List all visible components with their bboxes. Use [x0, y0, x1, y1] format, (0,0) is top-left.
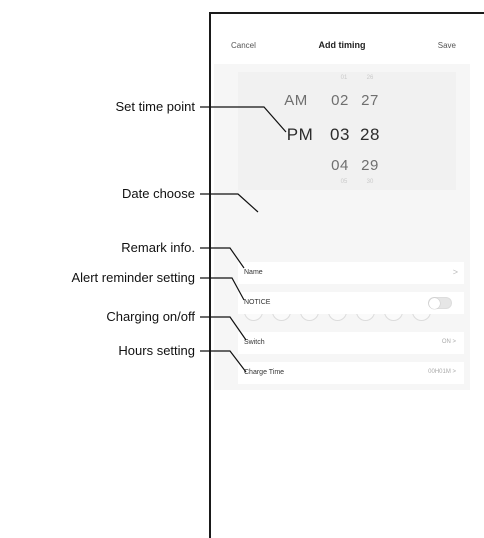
- annotation-date-choose: Date choose: [122, 186, 195, 201]
- name-label: Name: [244, 269, 263, 276]
- annotation-hours-setting: Hours setting: [118, 343, 195, 358]
- ampm-selected[interactable]: PM: [282, 125, 318, 145]
- annotation-charging-onoff: Charging on/off: [106, 309, 195, 324]
- minute-selected[interactable]: 28: [357, 125, 383, 145]
- hour-above[interactable]: 02: [328, 92, 352, 109]
- hour-selected[interactable]: 03: [327, 125, 353, 145]
- notice-row: NOTICE: [238, 292, 464, 314]
- minute-far-above[interactable]: 26: [362, 75, 378, 81]
- switch-value: ON >: [441, 339, 456, 345]
- hour-far-below[interactable]: 05: [336, 179, 352, 185]
- hour-far-above[interactable]: 01: [336, 75, 352, 81]
- annotation-set-time-point: Set time point: [115, 99, 196, 114]
- minute-far-below[interactable]: 30: [362, 179, 378, 185]
- toggle-knob: [429, 298, 440, 309]
- notice-toggle[interactable]: [428, 297, 452, 309]
- switch-row[interactable]: Switch ON >: [238, 332, 464, 354]
- charge-time-row[interactable]: Charge Time 00H01M >: [238, 362, 464, 384]
- header-bar: Cancel Add timing Save: [214, 30, 470, 64]
- charge-time-value: 00H01M >: [428, 369, 456, 375]
- time-picker[interactable]: 01 26 AM 02 27 PM 03 28 04 29 05 30: [238, 72, 456, 190]
- phone-frame-top-edge: [209, 12, 484, 14]
- notice-label: NOTICE: [244, 299, 271, 306]
- switch-label: Switch: [244, 339, 265, 346]
- save-button[interactable]: Save: [438, 41, 456, 50]
- charge-time-label: Charge Time: [244, 369, 285, 376]
- minute-below[interactable]: 29: [358, 157, 382, 174]
- chevron-right-icon: >: [452, 267, 458, 277]
- annotation-alert-reminder: Alert reminder setting: [71, 270, 195, 285]
- name-row[interactable]: Name >: [238, 262, 464, 284]
- phone-frame-left-edge: [209, 12, 211, 538]
- hour-below[interactable]: 04: [328, 157, 352, 174]
- minute-above[interactable]: 27: [358, 92, 382, 109]
- ampm-option-am[interactable]: AM: [278, 92, 314, 109]
- annotation-remark-info: Remark info.: [121, 240, 195, 255]
- page-title: Add timing: [318, 40, 366, 50]
